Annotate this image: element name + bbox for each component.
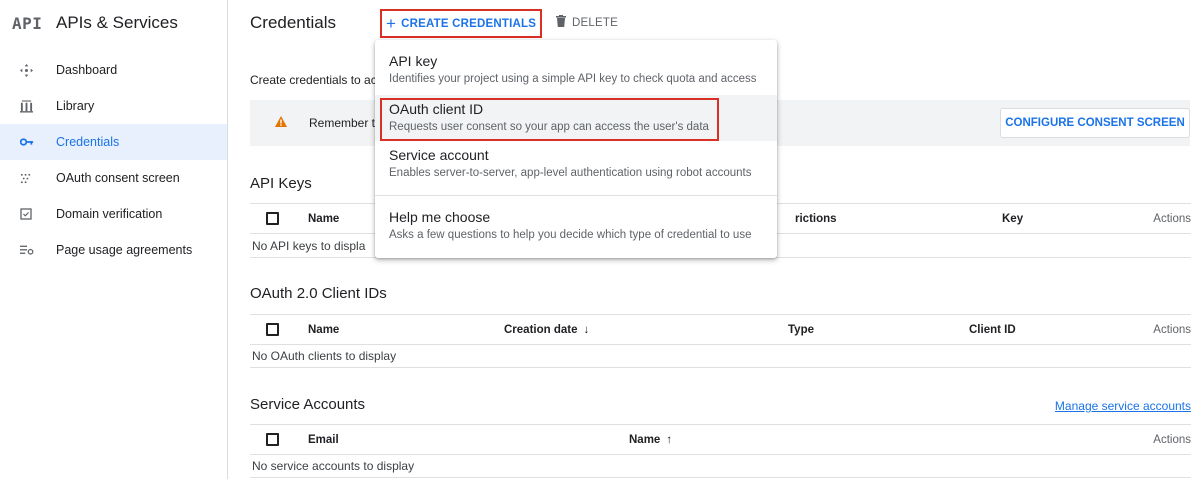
menu-divider xyxy=(375,195,777,196)
column-header: Actions xyxy=(1153,324,1191,336)
sidebar-item-label: Dashboard xyxy=(56,63,118,77)
sidebar-item-domain-verification[interactable]: Domain verification xyxy=(0,196,227,232)
sidebar: API APIs & Services Dashboard Library Cr… xyxy=(0,0,228,479)
configure-consent-screen-button[interactable]: CONFIGURE CONSENT SCREEN xyxy=(1000,108,1190,138)
creation-date-column-header[interactable]: Creation date ↓ xyxy=(504,324,589,336)
delete-label: DELETE xyxy=(572,16,618,29)
domain-icon xyxy=(20,208,56,220)
banner-text: Remember t xyxy=(309,116,376,130)
key-icon xyxy=(20,137,56,147)
dashboard-icon xyxy=(20,63,56,77)
service-accounts-title: Service Accounts xyxy=(250,396,366,413)
plus-icon: + xyxy=(386,14,397,33)
column-label: Creation date xyxy=(504,324,578,336)
settings-list-icon xyxy=(20,244,56,256)
column-header[interactable]: Name xyxy=(308,213,339,225)
menu-item-title: Help me choose xyxy=(389,209,491,225)
trash-icon xyxy=(556,15,566,30)
sidebar-item-oauth-consent[interactable]: OAuth consent screen xyxy=(0,160,227,196)
column-header[interactable]: Email xyxy=(308,434,339,446)
api-logo: API xyxy=(12,13,43,33)
column-header: Actions xyxy=(1153,434,1191,446)
menu-item-description: Requests user consent so your app can ac… xyxy=(389,121,709,133)
menu-item-api-key[interactable]: API key Identifies your project using a … xyxy=(375,53,777,85)
create-credentials-label: CREATE CREDENTIALS xyxy=(401,17,537,30)
empty-row: No OAuth clients to display xyxy=(250,344,1191,368)
arrow-up-icon: ↑ xyxy=(666,434,673,446)
oauth-title: OAuth 2.0 Client IDs xyxy=(250,285,387,302)
sidebar-item-label: Library xyxy=(56,99,95,113)
oauth-table-header: Name Creation date ↓ Type Client ID Actio… xyxy=(250,314,1191,345)
service-accounts-table-header: Email Name ↑ Actions xyxy=(250,424,1191,455)
column-header[interactable]: Name xyxy=(308,324,339,336)
column-header[interactable]: Key xyxy=(1002,213,1023,225)
sidebar-item-label: OAuth consent screen xyxy=(56,171,180,185)
delete-button[interactable]: DELETE xyxy=(556,15,618,30)
empty-row: No service accounts to display xyxy=(250,454,1191,478)
menu-item-oauth-client-id[interactable]: OAuth client ID Requests user consent so… xyxy=(375,95,777,141)
column-header: Actions xyxy=(1153,213,1191,225)
menu-item-title: Service account xyxy=(389,147,489,163)
menu-item-description: Asks a few questions to help you decide … xyxy=(389,229,752,241)
library-icon xyxy=(20,99,56,113)
sidebar-item-label: Domain verification xyxy=(56,207,163,221)
menu-item-title: OAuth client ID xyxy=(389,101,484,117)
create-credentials-button[interactable]: + CREATE CREDENTIALS xyxy=(380,9,543,38)
sidebar-item-credentials[interactable]: Credentials xyxy=(0,124,227,160)
menu-item-title: API key xyxy=(389,53,438,69)
sidebar-item-label: Page usage agreements xyxy=(56,243,193,257)
column-header[interactable]: Type xyxy=(788,324,814,336)
select-all-checkbox[interactable] xyxy=(266,323,279,336)
select-all-checkbox[interactable] xyxy=(266,212,279,225)
menu-item-help-me-choose[interactable]: Help me choose Asks a few questions to h… xyxy=(375,209,777,241)
page-title: Credentials xyxy=(250,13,336,32)
sidebar-header: API APIs & Services xyxy=(0,0,227,46)
select-all-checkbox[interactable] xyxy=(266,433,279,446)
sidebar-item-library[interactable]: Library xyxy=(0,88,227,124)
column-header[interactable]: Client ID xyxy=(969,324,1016,336)
column-header[interactable]: rictions xyxy=(795,213,837,225)
intro-text: Create credentials to ac xyxy=(250,73,377,87)
manage-service-accounts-link[interactable]: Manage service accounts xyxy=(1055,399,1191,413)
consent-icon xyxy=(20,172,56,185)
name-column-header[interactable]: Name ↑ xyxy=(629,434,672,446)
menu-item-service-account[interactable]: Service account Enables server-to-server… xyxy=(375,147,777,179)
sidebar-title: APIs & Services xyxy=(56,13,178,32)
sidebar-item-page-usage[interactable]: Page usage agreements xyxy=(0,232,227,268)
warning-icon xyxy=(275,114,289,132)
sidebar-item-dashboard[interactable]: Dashboard xyxy=(0,52,227,88)
menu-item-description: Enables server-to-server, app-level auth… xyxy=(389,167,752,179)
menu-item-description: Identifies your project using a simple A… xyxy=(389,73,757,85)
column-label: Name xyxy=(629,434,661,446)
arrow-down-icon: ↓ xyxy=(583,324,590,336)
api-keys-title: API Keys xyxy=(250,175,312,192)
create-credentials-menu: API key Identifies your project using a … xyxy=(375,40,777,258)
sidebar-item-label: Credentials xyxy=(56,135,120,149)
